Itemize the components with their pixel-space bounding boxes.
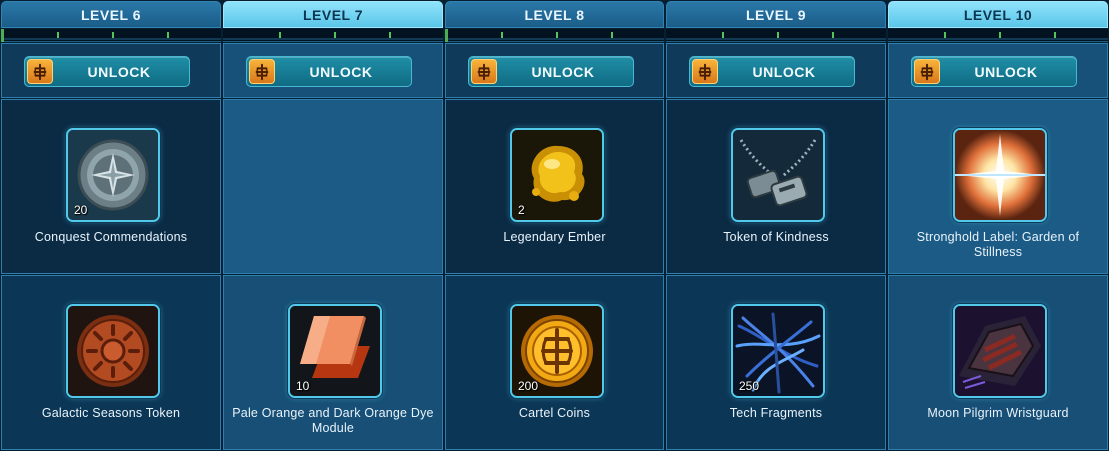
conquest-commendation-icon: 20	[66, 128, 160, 222]
cartel-coin-icon	[249, 59, 275, 84]
reward-name: Stronghold Label: Garden of Stillness	[916, 230, 1080, 259]
tech-fragments-icon: 250	[731, 304, 825, 398]
unlock-button[interactable]: UNLOCK	[911, 56, 1077, 87]
unlock-cell: UNLOCK	[223, 43, 443, 98]
unlock-label: UNLOCK	[87, 63, 151, 80]
level-header: LEVEL 8	[445, 1, 664, 28]
level-column-7: LEVEL 7 UNLOCK 10 Pale Orange and Dark O…	[223, 0, 443, 451]
cartel-coin-icon	[692, 59, 718, 84]
reward-slot[interactable]: 250 Tech Fragments	[666, 275, 886, 450]
unlock-button[interactable]: UNLOCK	[246, 56, 412, 87]
progress-track	[223, 29, 443, 42]
reward-name: Galactic Seasons Token	[41, 406, 181, 420]
dye-module-icon: 10	[288, 304, 382, 398]
progress-track	[888, 29, 1108, 42]
level-header: LEVEL 10	[888, 1, 1108, 28]
galactic-seasons-token-icon	[66, 304, 160, 398]
reward-quantity: 200	[518, 379, 539, 393]
progress-track	[445, 29, 664, 42]
unlock-label: UNLOCK	[531, 63, 595, 80]
reward-slot[interactable]: 200 Cartel Coins	[445, 275, 664, 450]
level-header: LEVEL 9	[666, 1, 886, 28]
unlock-button[interactable]: UNLOCK	[24, 56, 190, 87]
unlock-cell: UNLOCK	[1, 43, 221, 98]
reward-slot[interactable]: Galactic Seasons Token	[1, 275, 221, 450]
reward-name: Tech Fragments	[729, 406, 823, 420]
cartel-coin-icon	[471, 59, 497, 84]
progress-track	[1, 29, 221, 42]
level-column-10: LEVEL 10 UNLOCK Stronghold Label: Garden…	[888, 0, 1108, 451]
level-header: LEVEL 7	[223, 1, 443, 28]
reward-quantity: 2	[518, 203, 525, 217]
cartel-coin-icon	[27, 59, 53, 84]
reward-quantity: 20	[74, 203, 88, 217]
stronghold-label-icon	[953, 128, 1047, 222]
reward-slot[interactable]: 10 Pale Orange and Dark Orange Dye Modul…	[223, 275, 443, 450]
reward-name: Pale Orange and Dark Orange Dye Module	[232, 406, 434, 435]
legendary-ember-icon: 2	[510, 128, 604, 222]
reward-slot[interactable]: 2 Legendary Ember	[445, 99, 664, 274]
dog-tags-icon	[731, 128, 825, 222]
reward-name: Conquest Commendations	[34, 230, 188, 244]
wristguard-icon	[953, 304, 1047, 398]
unlock-label: UNLOCK	[309, 63, 373, 80]
level-column-9: LEVEL 9 UNLOCK Token of Kindness 250 Tec…	[666, 0, 886, 451]
reward-slot[interactable]: Moon Pilgrim Wristguard	[888, 275, 1108, 450]
reward-name: Legendary Ember	[503, 230, 606, 244]
unlock-button[interactable]: UNLOCK	[468, 56, 634, 87]
level-column-6: LEVEL 6 UNLOCK 20 Conquest Commendations…	[1, 0, 221, 451]
progress-track	[666, 29, 886, 42]
reward-name: Cartel Coins	[518, 406, 591, 420]
reward-name: Token of Kindness	[723, 230, 829, 244]
cartel-coin-icon	[914, 59, 940, 84]
unlock-button[interactable]: UNLOCK	[689, 56, 855, 87]
reward-quantity: 10	[296, 379, 310, 393]
reward-quantity: 250	[739, 379, 760, 393]
reward-slot[interactable]: 20 Conquest Commendations	[1, 99, 221, 274]
unlock-cell: UNLOCK	[445, 43, 664, 98]
unlock-cell: UNLOCK	[888, 43, 1108, 98]
level-header: LEVEL 6	[1, 1, 221, 28]
unlock-label: UNLOCK	[974, 63, 1038, 80]
reward-slot[interactable]: Token of Kindness	[666, 99, 886, 274]
unlock-label: UNLOCK	[752, 63, 816, 80]
unlock-cell: UNLOCK	[666, 43, 886, 98]
reward-name: Moon Pilgrim Wristguard	[927, 406, 1069, 420]
level-column-8: LEVEL 8 UNLOCK 2 Legendary Ember 200 Car…	[445, 0, 664, 451]
cartel-coins-icon: 200	[510, 304, 604, 398]
reward-slot-empty	[223, 99, 443, 274]
season-rewards-track: LEVEL 6 UNLOCK 20 Conquest Commendations…	[0, 0, 1109, 451]
reward-slot[interactable]: Stronghold Label: Garden of Stillness	[888, 99, 1108, 274]
